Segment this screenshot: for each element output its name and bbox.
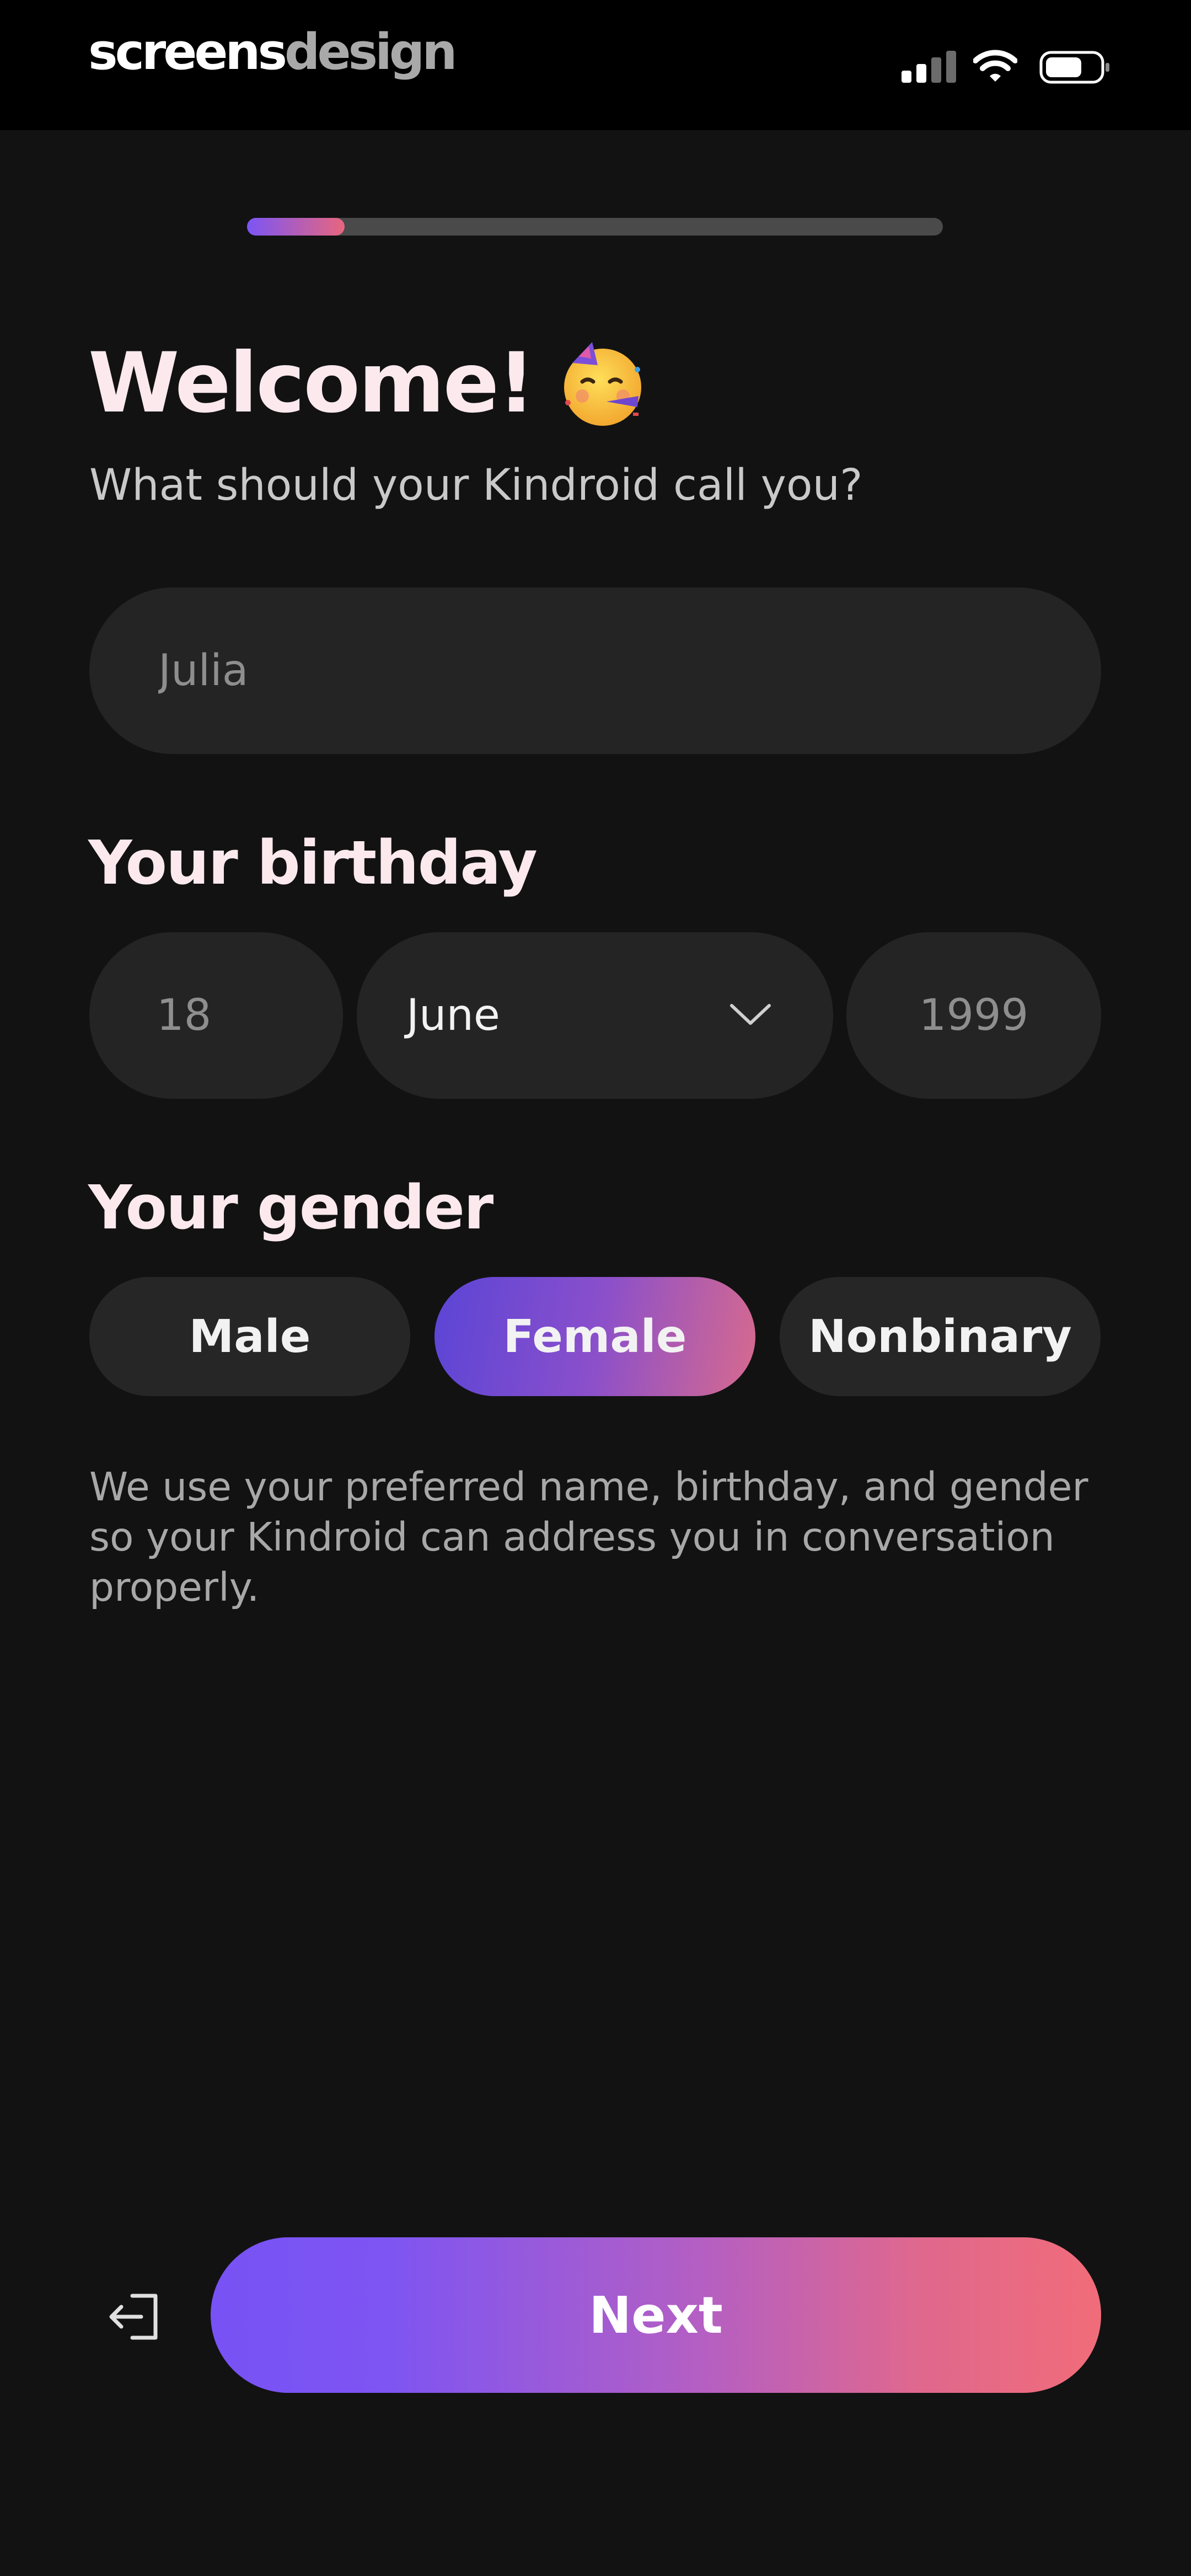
gender-heading: Your gender xyxy=(88,1172,493,1243)
birthday-heading: Your birthday xyxy=(88,827,538,898)
onboarding-progress-bar xyxy=(247,218,943,236)
info-text: We use your preferred name, birthday, an… xyxy=(89,1464,1088,1610)
birthday-month-select[interactable]: June xyxy=(357,932,833,1099)
progress-fill xyxy=(247,218,345,236)
exit-button[interactable] xyxy=(99,2281,171,2353)
cellular-signal-icon xyxy=(902,50,957,83)
year-placeholder: 1999 xyxy=(919,991,1029,1040)
brand-part-2: design xyxy=(285,23,457,81)
gender-option-male[interactable]: Male xyxy=(89,1277,410,1396)
birthday-day-field[interactable]: 18 xyxy=(89,932,343,1099)
brand-part-1: screens xyxy=(88,23,287,81)
wifi-icon xyxy=(973,50,1017,82)
battery-icon xyxy=(1039,51,1109,84)
welcome-subtitle: What should your Kindroid call you? xyxy=(89,461,863,510)
next-button[interactable]: Next xyxy=(211,2237,1101,2393)
name-input[interactable] xyxy=(89,587,1101,754)
welcome-heading: Welcome! xyxy=(88,334,650,433)
partying-face-icon xyxy=(564,342,641,426)
birthday-year-field[interactable]: 1999 xyxy=(846,932,1101,1099)
page-title: Welcome! xyxy=(88,335,535,431)
gender-option-female[interactable]: Female xyxy=(434,1277,755,1396)
status-bar: screensdesign xyxy=(0,0,1191,130)
logout-icon xyxy=(109,2294,158,2340)
brand-logo: screensdesign xyxy=(88,22,457,83)
chevron-down-icon xyxy=(730,1004,771,1025)
day-placeholder: 18 xyxy=(157,991,212,1040)
month-value: June xyxy=(406,991,500,1040)
gender-option-nonbinary[interactable]: Nonbinary xyxy=(780,1277,1101,1396)
